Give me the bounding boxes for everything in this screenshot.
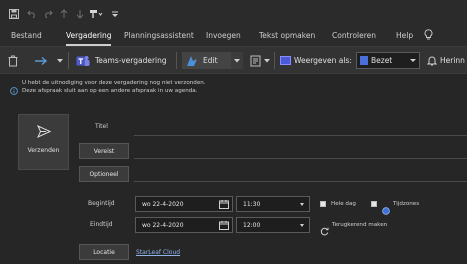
show-as-select[interactable]: Bezet — [356, 52, 420, 69]
location-button[interactable]: Locatie — [79, 244, 129, 260]
info-line-1: U hebt de uitnodiging voor deze vergader… — [22, 80, 206, 86]
optional-attendees-input[interactable] — [134, 181, 467, 182]
end-time-value: 12:00 — [243, 221, 261, 229]
globe-icon — [382, 200, 390, 219]
tab-vergadering[interactable]: Vergadering — [66, 31, 112, 40]
tab-controleren[interactable]: Controleren — [332, 31, 376, 40]
start-date-value: wo 22-4-2020 — [142, 200, 184, 208]
title-bar — [0, 0, 467, 28]
start-time-dropdown-icon — [300, 203, 304, 206]
reminder-group[interactable]: Herinn — [427, 52, 465, 69]
calendar-icon[interactable] — [219, 200, 229, 211]
format-painter-icon[interactable] — [88, 6, 104, 22]
end-time-select[interactable]: 12:00 — [236, 217, 310, 233]
all-day-checkbox[interactable] — [320, 201, 326, 207]
arrow-up-icon[interactable] — [58, 6, 70, 22]
all-day-label: Hele dag — [331, 201, 356, 207]
reminder-label: Herinn — [440, 56, 465, 65]
timezones-label: Tijdzones — [393, 201, 420, 207]
ribbon-separator — [68, 52, 69, 69]
recurring-label[interactable]: Terugkerend maken — [332, 222, 387, 228]
tab-invoegen[interactable]: Invoegen — [206, 31, 241, 40]
tab-bestand[interactable]: Bestand — [11, 31, 42, 40]
end-time-dropdown-icon — [300, 224, 304, 227]
required-attendees-button[interactable]: Vereist — [79, 143, 129, 159]
show-as-dropdown-icon — [410, 59, 416, 62]
form-options-dropdown-icon[interactable] — [264, 52, 270, 69]
info-icon — [10, 80, 18, 99]
delete-icon[interactable] — [8, 52, 18, 69]
ribbon-toolbar: Teams-vergadering Edit Weergeven als: Be… — [0, 46, 467, 74]
tab-help[interactable]: Help — [396, 31, 413, 40]
arrow-down-icon[interactable] — [74, 6, 86, 22]
redo-icon[interactable] — [42, 6, 54, 22]
title-input[interactable] — [134, 135, 467, 136]
show-as-label-group: Weergeven als: — [280, 52, 352, 69]
send-label: Verzenden — [27, 147, 60, 154]
end-date-value: wo 22-4-2020 — [142, 221, 184, 229]
location-value[interactable]: StarLeaf Cloud — [136, 249, 180, 256]
show-as-color-icon — [280, 56, 291, 65]
calendar-icon[interactable] — [219, 221, 229, 232]
starleaf-icon — [186, 55, 198, 67]
send-button[interactable]: Verzenden — [18, 114, 69, 170]
form-options-icon[interactable] — [250, 52, 262, 69]
start-date-field[interactable]: wo 22-4-2020 — [135, 196, 233, 212]
ribbon-tabs: Bestand Vergadering Planningsassistent I… — [0, 28, 467, 46]
start-time-select[interactable]: 11:30 — [236, 196, 310, 212]
end-date-field[interactable]: wo 22-4-2020 — [135, 217, 233, 233]
lightbulb-icon[interactable] — [424, 29, 433, 42]
optional-attendees-button[interactable]: Optioneel — [79, 166, 129, 182]
recurrence-icon[interactable] — [320, 221, 329, 240]
save-icon[interactable] — [8, 6, 20, 22]
edit-label: Edit — [203, 56, 218, 65]
send-icon — [36, 123, 52, 142]
ribbon-separator — [176, 52, 177, 69]
info-line-2: Deze afspraak sluit aan op een andere af… — [22, 88, 198, 94]
tab-tekst-opmaken[interactable]: Tekst opmaken — [259, 31, 315, 40]
teams-icon — [76, 55, 90, 67]
end-time-label: Eindtijd — [90, 221, 113, 228]
teams-meeting-button[interactable]: Teams-vergadering — [76, 52, 167, 69]
forward-dropdown-icon[interactable] — [57, 52, 63, 69]
ribbon-separator — [274, 52, 275, 69]
forward-arrow-icon[interactable] — [34, 52, 48, 69]
customize-toolbar-icon[interactable] — [110, 6, 120, 22]
title-label: Titel — [95, 123, 108, 130]
timezones-checkbox[interactable] — [371, 201, 377, 207]
required-attendees-input[interactable] — [134, 158, 467, 159]
edit-button[interactable]: Edit — [182, 52, 231, 69]
meeting-form: Verzenden Titel Vereist Optioneel Begint… — [0, 104, 467, 264]
info-bar: U hebt de uitnodiging voor deze vergader… — [0, 75, 467, 103]
show-as-value: Bezet — [371, 56, 393, 65]
start-time-label: Begintijd — [88, 200, 115, 207]
edit-dropdown-icon[interactable] — [231, 52, 243, 69]
show-as-label: Weergeven als: — [294, 56, 352, 65]
undo-icon[interactable] — [26, 6, 38, 22]
busy-color-icon — [360, 56, 368, 65]
teams-meeting-label: Teams-vergadering — [95, 56, 167, 65]
start-time-value: 11:30 — [243, 200, 261, 208]
tab-planningsassistent[interactable]: Planningsassistent — [124, 31, 194, 40]
bell-icon — [427, 55, 437, 66]
